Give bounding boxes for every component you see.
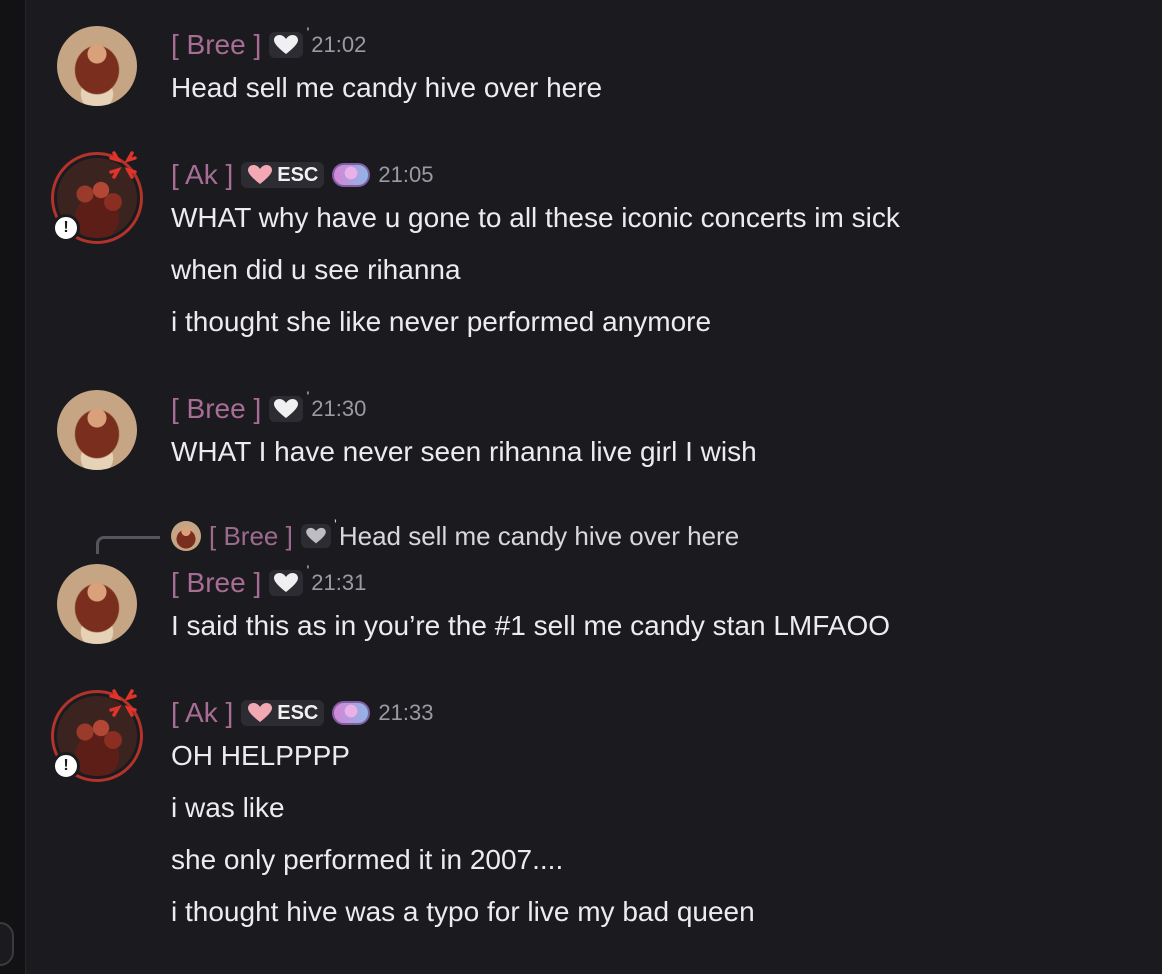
message-text: Head sell me candy hive over here (171, 72, 603, 103)
anger-icon (109, 151, 137, 179)
server-sidebar-strip (0, 0, 26, 974)
heart-badge (300, 516, 337, 548)
reply-preview[interactable]: [ Bree ] Head sell me candy hive over he… (171, 516, 739, 554)
guild-tag-label: ESC (277, 701, 319, 724)
avatar-bree[interactable] (57, 390, 137, 470)
message-text: WHAT why have u gone to all these iconic… (171, 202, 900, 233)
heart-icon (274, 573, 299, 592)
reply-username[interactable]: [ Bree ] (209, 521, 293, 552)
timestamp: 21:30 (311, 396, 367, 421)
username[interactable]: [ Bree ] (171, 29, 261, 61)
reply-connector (96, 536, 160, 554)
guild-tag-label: ESC (277, 163, 319, 186)
timestamp: 21:33 (378, 700, 434, 725)
alert-status-icon: ! (52, 214, 80, 242)
heart-icon (274, 35, 299, 54)
heart-badge[interactable] (269, 562, 309, 596)
message-header: [ Ak ] ESC 21:33 (171, 695, 433, 731)
timestamp: 21:31 (311, 570, 367, 595)
message-text: i thought hive was a typo for live my ba… (171, 896, 755, 927)
message-text: she only performed it in 2007.... (171, 844, 564, 875)
reply-avatar[interactable] (171, 521, 201, 551)
sparkle-badge-icon[interactable] (332, 163, 371, 187)
username[interactable]: [ Bree ] (171, 567, 261, 599)
anger-icon (109, 689, 137, 717)
message-text: i thought she like never performed anymo… (171, 306, 712, 337)
heart-badge[interactable] (269, 388, 309, 422)
heart-badge[interactable] (269, 24, 309, 58)
message-text: when did u see rihanna (171, 254, 461, 285)
guild-tag[interactable]: ESC (241, 162, 325, 188)
heart-icon (306, 527, 326, 544)
timestamp: 21:02 (311, 32, 367, 57)
message-text: I said this as in you’re the #1 sell me … (171, 610, 891, 641)
avatar-bree[interactable] (57, 564, 137, 644)
heart-icon (274, 399, 299, 418)
message-header: [ Bree ] 21:30 (171, 388, 367, 427)
username[interactable]: [ Ak ] (171, 159, 233, 191)
reply-text[interactable]: Head sell me candy hive over here (339, 521, 739, 552)
alert-status-icon: ! (52, 752, 80, 780)
username[interactable]: [ Bree ] (171, 393, 261, 425)
avatar-bree[interactable] (57, 26, 137, 106)
guild-tag[interactable]: ESC (241, 700, 325, 726)
message-header: [ Bree ] 21:31 (171, 562, 367, 601)
message-header: [ Bree ] 21:02 (171, 24, 367, 63)
message-text: OH HELPPPP (171, 740, 350, 771)
heart-icon (248, 165, 273, 184)
heart-icon (248, 703, 273, 722)
message-header: [ Ak ] ESC 21:05 (171, 157, 433, 193)
username[interactable]: [ Ak ] (171, 697, 233, 729)
timestamp: 21:05 (378, 162, 434, 187)
sparkle-badge-icon[interactable] (332, 701, 371, 725)
message-text: WHAT I have never seen rihanna live girl… (171, 436, 757, 467)
message-text: i was like (171, 792, 285, 823)
